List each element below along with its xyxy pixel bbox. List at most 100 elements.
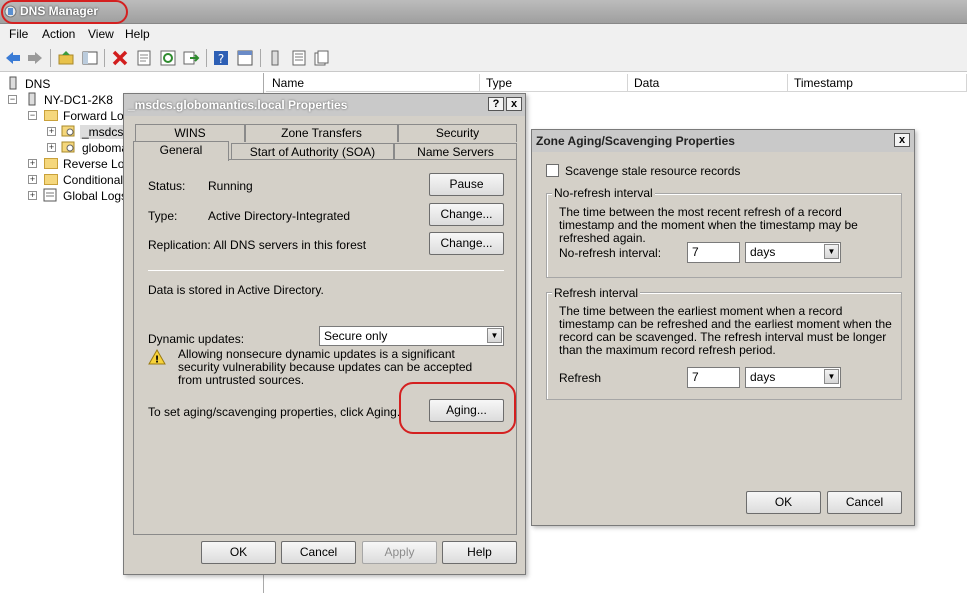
divider	[148, 270, 504, 271]
refresh-label: Refresh	[559, 371, 602, 385]
console-icon[interactable]	[236, 49, 254, 67]
norefresh-unit-select[interactable]: days ▼	[745, 242, 841, 263]
menu-file[interactable]: File	[9, 27, 28, 41]
ok-button[interactable]: OK	[201, 541, 276, 564]
toolbar-separator	[50, 49, 51, 67]
forward-arrow-icon[interactable]	[26, 49, 44, 67]
norefresh-label: No-refresh interval:	[559, 246, 662, 260]
scavenge-checkbox[interactable]	[546, 164, 559, 177]
tab-general[interactable]: General	[133, 141, 229, 161]
properties-title-bar: _msdcs.globomantics.local Properties ? x	[124, 94, 525, 116]
dynamic-updates-select[interactable]: Secure only ▼	[319, 326, 504, 346]
refresh-unit-select[interactable]: days ▼	[745, 367, 841, 388]
title-highlight-ring	[1, 0, 128, 24]
column-name[interactable]: Name	[266, 74, 480, 92]
expand-icon[interactable]: +	[28, 191, 37, 200]
warning-icon: !	[148, 349, 166, 365]
change-replication-button[interactable]: Change...	[429, 232, 504, 255]
tab-zone-transfers[interactable]: Zone Transfers	[245, 124, 398, 142]
list-header: Name Type Data Timestamp	[266, 74, 967, 92]
norefresh-input[interactable]: 7	[687, 242, 740, 263]
list-icon[interactable]	[290, 49, 308, 67]
menu-help[interactable]: Help	[125, 27, 150, 41]
pause-button[interactable]: Pause	[429, 173, 504, 196]
scavenge-label: Scavenge stale resource records	[565, 164, 741, 178]
aging-title-bar: Zone Aging/Scavenging Properties x	[532, 130, 914, 152]
folder-icon	[44, 174, 58, 185]
properties-dialog: _msdcs.globomantics.local Properties ? x…	[123, 93, 526, 575]
refresh-description: The time between the earliest moment whe…	[559, 304, 892, 357]
toolbar: ?	[0, 44, 967, 72]
change-type-button[interactable]: Change...	[429, 203, 504, 226]
norefresh-description: The time between the most recent refresh…	[559, 205, 858, 245]
zone-icon	[61, 141, 75, 153]
tab-name-servers[interactable]: Name Servers	[394, 143, 517, 160]
refresh-icon[interactable]	[159, 49, 177, 67]
tree-label: Reverse Loo	[63, 157, 132, 171]
aging-cancel-button[interactable]: Cancel	[827, 491, 902, 514]
apply-button[interactable]: Apply	[362, 541, 437, 564]
norefresh-group-label: No-refresh interval	[552, 186, 655, 200]
chevron-down-icon[interactable]: ▼	[824, 244, 839, 259]
title-bar: DNS Manager	[0, 0, 967, 24]
zone-icon	[61, 125, 75, 137]
close-button[interactable]: x	[506, 97, 522, 111]
chevron-down-icon[interactable]: ▼	[824, 369, 839, 384]
expand-icon[interactable]: +	[28, 159, 37, 168]
server-icon[interactable]	[266, 49, 284, 67]
properties-title: _msdcs.globomantics.local Properties	[128, 98, 348, 112]
aging-highlight-ring	[399, 382, 516, 434]
expand-icon[interactable]: +	[47, 143, 56, 152]
properties-icon[interactable]	[135, 49, 153, 67]
refresh-input[interactable]: 7	[687, 367, 740, 388]
up-folder-icon[interactable]	[57, 49, 75, 67]
back-arrow-icon[interactable]	[4, 49, 22, 67]
column-data[interactable]: Data	[628, 74, 788, 92]
log-icon	[43, 188, 57, 202]
dynamic-updates-label: Dynamic updates:	[148, 332, 245, 346]
zone-icon[interactable]	[312, 49, 330, 67]
export-icon[interactable]	[182, 49, 200, 67]
show-hide-tree-icon[interactable]	[81, 49, 99, 67]
toolbar-separator	[104, 49, 105, 67]
delete-icon[interactable]	[111, 49, 129, 67]
type-label: Type:	[148, 209, 178, 223]
folder-icon	[44, 158, 58, 169]
aging-instruction: To set aging/scavenging properties, clic…	[148, 405, 401, 419]
tree-label: Global Logs	[63, 189, 128, 203]
help-icon[interactable]: ?	[212, 49, 230, 67]
tab-soa[interactable]: Start of Authority (SOA)	[231, 143, 394, 160]
collapse-icon[interactable]: −	[8, 95, 17, 104]
type-value: Active Directory-Integrated	[208, 209, 351, 223]
tab-security[interactable]: Security	[398, 124, 517, 142]
help-bottom-button[interactable]: Help	[442, 541, 517, 564]
aging-dialog: Zone Aging/Scavenging Properties x Scave…	[531, 129, 915, 526]
column-timestamp[interactable]: Timestamp	[788, 74, 967, 92]
tree-label: globoma	[82, 141, 129, 155]
toolbar-separator	[260, 49, 261, 67]
svg-text:!: !	[155, 355, 160, 366]
chevron-down-icon[interactable]: ▼	[487, 328, 502, 343]
menu-action[interactable]: Action	[42, 27, 75, 41]
menu-view[interactable]: View	[88, 27, 114, 41]
refresh-unit-value: days	[750, 370, 776, 384]
folder-icon	[44, 110, 58, 121]
tab-wins[interactable]: WINS	[135, 124, 245, 142]
cancel-button[interactable]: Cancel	[281, 541, 356, 564]
general-tab-panel: Status: Running Pause Type: Active Direc…	[133, 159, 517, 535]
aging-ok-button[interactable]: OK	[746, 491, 821, 514]
norefresh-unit-value: days	[750, 245, 776, 259]
replication-text: Replication: All DNS servers in this for…	[148, 238, 367, 252]
tree-label: Forward Loo	[63, 109, 131, 123]
help-button[interactable]: ?	[488, 97, 504, 111]
dynamic-updates-value: Secure only	[324, 329, 388, 343]
collapse-icon[interactable]: −	[28, 111, 37, 120]
expand-icon[interactable]: +	[28, 175, 37, 184]
menu-bar: File Action View Help	[0, 24, 967, 44]
close-button[interactable]: x	[894, 133, 910, 147]
aging-title: Zone Aging/Scavenging Properties	[536, 134, 735, 148]
storage-text: Data is stored in Active Directory.	[148, 283, 324, 297]
toolbar-separator	[206, 49, 207, 67]
column-type[interactable]: Type	[480, 74, 628, 92]
expand-icon[interactable]: +	[47, 127, 56, 136]
